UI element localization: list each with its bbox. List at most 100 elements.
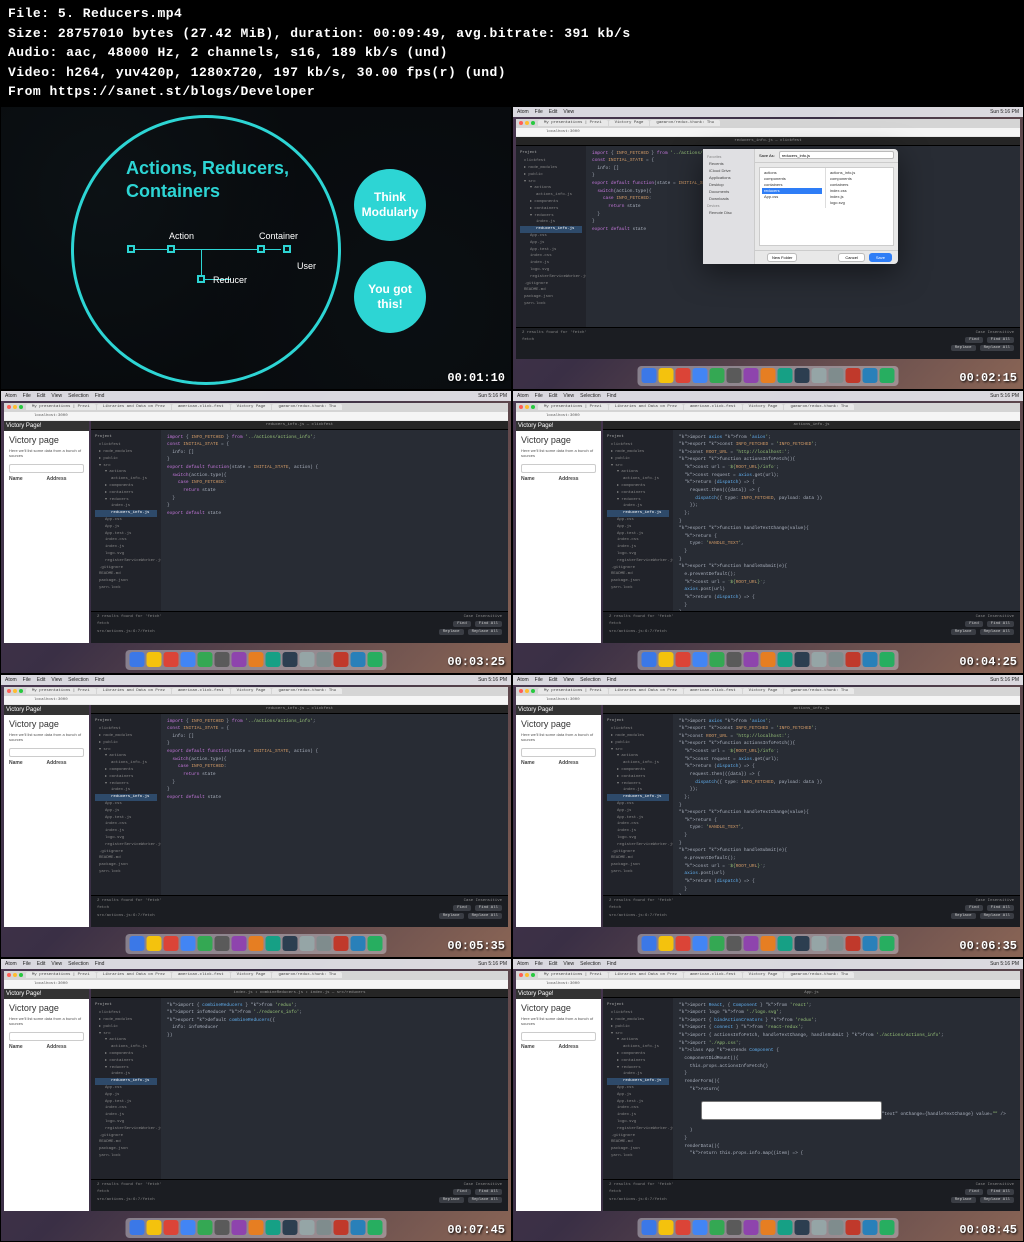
menubar[interactable]: Atom FileEditView Sun 5:16 PM bbox=[513, 107, 1023, 117]
find-all-button[interactable]: Find All bbox=[987, 1189, 1014, 1195]
dock[interactable] bbox=[638, 650, 899, 670]
node-user: User bbox=[297, 261, 316, 271]
menubar[interactable]: AtomFileEditViewSelectionFindSun 5:16 PM bbox=[1, 391, 511, 401]
editor-tab[interactable]: reducers_info.js — clickfest bbox=[516, 137, 1020, 146]
search-input[interactable] bbox=[9, 464, 84, 473]
tab-bar[interactable]: My presentations | PreziVictory Pagegaea… bbox=[516, 119, 1020, 128]
address-bar[interactable]: localhost:3000 bbox=[4, 412, 508, 420]
save-button[interactable]: Save bbox=[869, 253, 892, 262]
find-button[interactable]: Find bbox=[453, 1189, 471, 1195]
save-file-modal[interactable]: Favorites RecentsiCloud Drive Applicatio… bbox=[703, 149, 898, 264]
editor-tab[interactable]: reducers_info.js — clickfest bbox=[91, 421, 508, 430]
replace-button[interactable]: Replace bbox=[439, 913, 464, 919]
find-all-button[interactable]: Find All bbox=[987, 905, 1014, 911]
menubar[interactable]: AtomFileEditViewSelectionFindSun 5:16 PM bbox=[513, 675, 1023, 685]
code-editor[interactable]: "k">import axios "k">from 'axios';"k">ex… bbox=[673, 430, 1020, 611]
find-panel[interactable]: 2 results found for 'fetch'Case Insensit… bbox=[603, 611, 1020, 643]
replace-all-button[interactable]: Replace All bbox=[980, 913, 1014, 919]
code-editor[interactable]: "k">import React, { Component } "k">from… bbox=[673, 998, 1020, 1179]
find-panel[interactable]: 2 results found for 'fetch'Case Insensit… bbox=[603, 895, 1020, 927]
editor-tab[interactable]: reducers_info.js — clickfest bbox=[91, 705, 508, 714]
search-input[interactable] bbox=[521, 748, 596, 757]
menubar[interactable]: AtomFileEditViewSelectionFindSun 5:16 PM bbox=[513, 959, 1023, 969]
find-button[interactable]: Find bbox=[965, 621, 983, 627]
menubar[interactable]: AtomFileEditViewSelectionFindSun 5:16 PM bbox=[1, 675, 511, 685]
dock[interactable] bbox=[126, 1218, 387, 1238]
dock[interactable] bbox=[638, 1218, 899, 1238]
tab-bar[interactable]: My presentations | PreziLibraries and Da… bbox=[4, 687, 508, 696]
replace-button[interactable]: Replace bbox=[439, 1197, 464, 1203]
search-input[interactable] bbox=[521, 464, 596, 473]
menubar[interactable]: AtomFileEditViewSelectionFindSun 5:16 PM bbox=[1, 959, 511, 969]
tab-bar[interactable]: My presentations | PreziLibraries and Da… bbox=[516, 971, 1020, 980]
find-all-button[interactable]: Find All bbox=[475, 905, 502, 911]
page-banner: Victory Page! bbox=[516, 989, 601, 999]
address-bar[interactable]: localhost:3000 bbox=[516, 980, 1020, 988]
file-tree[interactable]: Projectclickfest▸ node_modules▸ public▾ … bbox=[603, 998, 673, 1179]
search-input[interactable] bbox=[9, 1032, 84, 1041]
new-folder-button[interactable]: New Folder bbox=[767, 253, 797, 262]
replace-button[interactable]: Replace bbox=[439, 629, 464, 635]
search-input[interactable] bbox=[521, 1032, 596, 1041]
replace-button[interactable]: Replace bbox=[951, 629, 976, 635]
file-browser[interactable]: actionscomponents containersreducers App… bbox=[759, 167, 894, 246]
dock[interactable] bbox=[638, 366, 899, 386]
replace-all-button[interactable]: Replace All bbox=[980, 629, 1014, 635]
tab-bar[interactable]: My presentations | PreziLibraries and Da… bbox=[516, 403, 1020, 412]
replace-all-button[interactable]: Replace All bbox=[468, 1197, 502, 1203]
find-button[interactable]: Find bbox=[965, 1189, 983, 1195]
file-tree[interactable]: Projectclickfest▸ node_modules▸ public▾ … bbox=[91, 430, 161, 611]
editor-tab[interactable]: actions_info.js bbox=[603, 421, 1020, 430]
find-button[interactable]: Find bbox=[453, 905, 471, 911]
find-panel[interactable]: 2 results found for 'fetch'Case Insensit… bbox=[603, 1179, 1020, 1211]
replace-button[interactable]: Replace bbox=[951, 1197, 976, 1203]
address-bar[interactable]: localhost:3000 bbox=[4, 696, 508, 704]
address-bar[interactable]: localhost:3000 bbox=[516, 696, 1020, 704]
thumbnail-8: AtomFileEditViewSelectionFindSun 5:16 PM… bbox=[512, 958, 1024, 1242]
cancel-button[interactable]: Cancel bbox=[838, 253, 864, 262]
tab-bar[interactable]: My presentations | PreziLibraries and Da… bbox=[4, 403, 508, 412]
timestamp: 00:01:10 bbox=[447, 371, 505, 385]
editor-tab[interactable]: index.js • combineReducers.js • index.js… bbox=[91, 989, 508, 998]
tab-bar[interactable]: My presentations | PreziLibraries and Da… bbox=[4, 971, 508, 980]
find-panel[interactable]: 2 results found for 'fetch'Case Insensit… bbox=[516, 327, 1020, 359]
find-panel[interactable]: 2 results found for 'fetch'Case Insensit… bbox=[91, 611, 508, 643]
replace-all-button[interactable]: Replace All bbox=[468, 913, 502, 919]
code-editor[interactable]: "k">import { combineReducers } "k">from … bbox=[161, 998, 508, 1179]
address-bar[interactable]: localhost:3000 bbox=[4, 980, 508, 988]
find-all-button[interactable]: Find All bbox=[475, 1189, 502, 1195]
modal-sidebar[interactable]: Favorites RecentsiCloud Drive Applicatio… bbox=[703, 149, 755, 264]
menubar[interactable]: AtomFileEditViewSelectionFindSun 5:16 PM bbox=[513, 391, 1023, 401]
video-value: h264, yuv420p, 1280x720, 197 kb/s, 30.00… bbox=[66, 65, 506, 80]
find-panel[interactable]: 2 results found for 'fetch'Case Insensit… bbox=[91, 895, 508, 927]
tab-bar[interactable]: My presentations | PreziLibraries and Da… bbox=[516, 687, 1020, 696]
filename-input[interactable] bbox=[779, 151, 894, 159]
file-tree[interactable]: Projectclickfest▸ node_modules▸ public▾ … bbox=[91, 714, 161, 895]
replace-button[interactable]: Replace bbox=[951, 913, 976, 919]
dock[interactable] bbox=[126, 934, 387, 954]
find-all-button[interactable]: Find All bbox=[475, 621, 502, 627]
browser-chrome: My presentations | PreziLibraries and Da… bbox=[4, 687, 508, 705]
code-editor[interactable]: import { INFO_FETCHED } from '../actions… bbox=[161, 430, 508, 611]
find-all-button[interactable]: Find All bbox=[987, 621, 1014, 627]
editor-tab[interactable]: actions_info.js bbox=[603, 705, 1020, 714]
address-bar[interactable]: localhost:3000 bbox=[516, 412, 1020, 420]
dock[interactable] bbox=[638, 934, 899, 954]
replace-all-button[interactable]: Replace All bbox=[980, 1197, 1014, 1203]
file-tree[interactable]: Projectclickfest▸ node_modules▸ public▾ … bbox=[516, 146, 586, 327]
code-editor[interactable]: import { INFO_FETCHED } from '../actions… bbox=[161, 714, 508, 895]
victory-page: Victory Page! Victory page Here we'll li… bbox=[516, 705, 601, 927]
code-editor[interactable]: "k">import axios "k">from 'axios';"k">ex… bbox=[673, 714, 1020, 895]
video-label: Video: bbox=[8, 65, 58, 80]
replace-all-button[interactable]: Replace All bbox=[468, 629, 502, 635]
editor-tab[interactable]: App.js bbox=[603, 989, 1020, 998]
find-button[interactable]: Find bbox=[965, 905, 983, 911]
search-input[interactable] bbox=[9, 748, 84, 757]
file-tree[interactable]: Projectclickfest▸ node_modules▸ public▾ … bbox=[91, 998, 161, 1179]
find-button[interactable]: Find bbox=[453, 621, 471, 627]
file-tree[interactable]: Projectclickfest▸ node_modules▸ public▾ … bbox=[603, 430, 673, 611]
file-tree[interactable]: Projectclickfest▸ node_modules▸ public▾ … bbox=[603, 714, 673, 895]
address-bar[interactable]: localhost:3000 bbox=[516, 128, 1020, 136]
dock[interactable] bbox=[126, 650, 387, 670]
find-panel[interactable]: 2 results found for 'fetch'Case Insensit… bbox=[91, 1179, 508, 1211]
